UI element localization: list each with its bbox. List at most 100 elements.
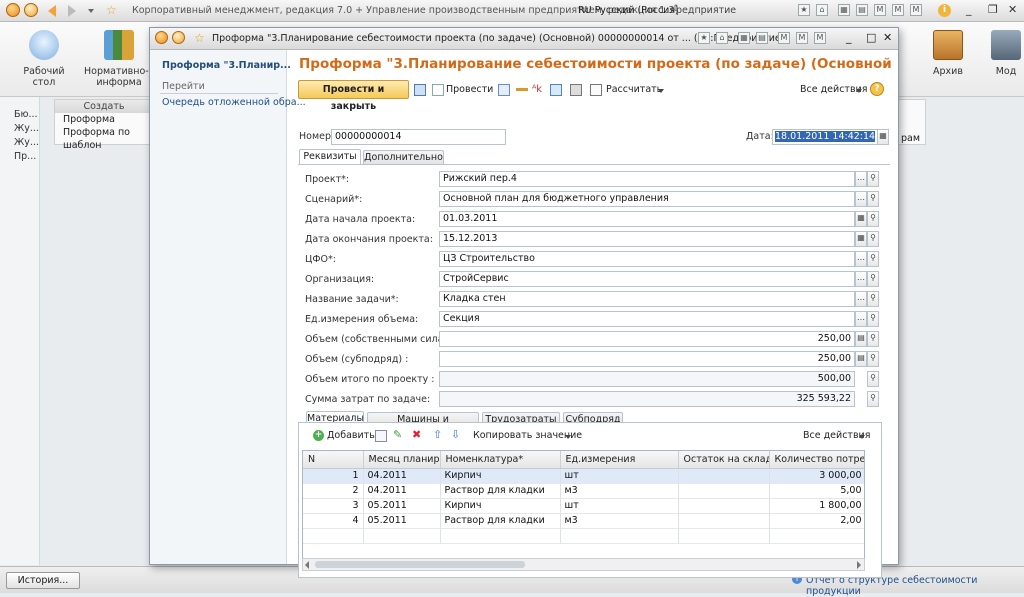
post-and-close-button[interactable]: Провести и закрыть (298, 80, 409, 112)
forward-arrow-icon[interactable] (68, 5, 76, 17)
col-nomenclature[interactable]: Номенклатура* (440, 451, 561, 469)
open-search-icon[interactable]: ⚲ (867, 191, 879, 207)
select-ellipsis-icon[interactable]: … (855, 311, 867, 327)
horizontal-scrollbar[interactable] (302, 558, 865, 571)
organization-field[interactable]: СтройСервис (439, 271, 855, 287)
cell-nomenclature[interactable]: Кирпич (440, 498, 561, 514)
table-row[interactable]: 2 04.2011 Раствор для кладки м3 5,00 (303, 483, 864, 499)
cell-quantity[interactable]: 2,00 (769, 513, 864, 529)
number-field[interactable]: 00000000014 (331, 129, 506, 145)
cell-stock[interactable] (678, 513, 770, 529)
cell-quantity[interactable]: 3 000,00 (769, 468, 864, 484)
create-item-proforma-template[interactable]: Проформа по шаблон (55, 126, 153, 152)
delete-x-icon[interactable]: ✖ (412, 428, 421, 441)
table-row[interactable]: 1 04.2011 Кирпич шт 3 000,00 (303, 468, 864, 484)
status-message-link[interactable]: Отчет о структуре себестоимости продукци… (806, 575, 1024, 597)
tab-additional[interactable]: Дополнительно (363, 150, 444, 165)
volume-unit-field[interactable]: Секция (439, 311, 855, 327)
select-ellipsis-icon[interactable]: … (855, 271, 867, 287)
favorite-icon[interactable]: ★ (798, 4, 810, 16)
dt-kt-icon[interactable]: ᴬk (532, 84, 544, 96)
scenario-field[interactable]: Основной план для бюджетного управления (439, 191, 855, 207)
open-search-icon[interactable]: ⚲ (867, 351, 879, 367)
doc-nav-link-queue[interactable]: Очередь отложенной обра... (162, 97, 306, 108)
chevron-down-icon[interactable] (658, 89, 664, 93)
materials-table[interactable]: N Месяц планиро... Номенклатура* Ед.изме… (302, 450, 865, 559)
section-normative[interactable]: Нормативно-сп информа (84, 30, 160, 88)
restore-icon[interactable]: ❐ (988, 3, 998, 16)
table-row[interactable]: 3 05.2011 Кирпич шт 1 800,00 (303, 498, 864, 514)
scroll-right-icon[interactable] (857, 561, 861, 569)
calculator-icon[interactable]: ▤ (855, 331, 867, 347)
cell-month[interactable]: 05.2011 (363, 513, 441, 529)
memory-minus-icon[interactable]: M (910, 4, 922, 16)
back-arrow-icon[interactable] (48, 5, 56, 17)
date-calendar-icon[interactable]: ▦ (877, 129, 889, 145)
date-field[interactable]: 18.01.2011 14:42:14 (772, 129, 878, 145)
cell-quantity[interactable]: 5,00 (769, 483, 864, 499)
history-button[interactable]: История... (6, 572, 80, 589)
history-dropdown-icon[interactable] (88, 9, 94, 13)
tab-requisites[interactable]: Реквизиты (299, 149, 361, 165)
chevron-down-icon[interactable] (565, 435, 571, 439)
open-search-icon[interactable]: ⚲ (867, 391, 879, 407)
memory-plus-icon[interactable]: M (892, 4, 904, 16)
open-search-icon[interactable]: ⚲ (867, 291, 879, 307)
cell-n[interactable]: 2 (303, 483, 364, 499)
post-doc-icon[interactable] (432, 84, 444, 96)
doc-nav-title[interactable]: Проформа "3.Планир... (162, 60, 291, 71)
add-plus-icon[interactable]: + (313, 430, 324, 441)
cell-nomenclature[interactable]: Раствор для кладки (440, 483, 561, 499)
structure-icon[interactable] (498, 84, 510, 96)
calendar-icon[interactable]: ▦ (855, 231, 867, 247)
edit-pencil-icon[interactable]: ✎ (393, 428, 402, 441)
task-name-field[interactable]: Кладка стен (439, 291, 855, 307)
cell-n[interactable]: 3 (303, 498, 364, 514)
calculator-icon[interactable]: ▤ (856, 4, 868, 16)
cell-unit[interactable]: шт (560, 468, 679, 484)
cell-n[interactable]: 4 (303, 513, 364, 529)
select-ellipsis-icon[interactable]: … (855, 291, 867, 307)
open-search-icon[interactable]: ⚲ (867, 271, 879, 287)
cell-nomenclature[interactable]: Раствор для кладки (440, 513, 561, 529)
memory-m-icon[interactable]: M (874, 4, 886, 16)
move-down-icon[interactable]: ⇩ (451, 428, 460, 441)
doc-close-icon[interactable]: ✕ (883, 31, 892, 44)
cell-unit[interactable]: шт (560, 498, 679, 514)
col-n[interactable]: N (303, 451, 364, 469)
scroll-left-icon[interactable] (305, 561, 309, 569)
col-unit[interactable]: Ед.измерения (560, 451, 679, 469)
section-modules[interactable]: Мод (988, 30, 1024, 77)
cell-month[interactable]: 04.2011 (363, 483, 441, 499)
post-button[interactable]: Провести (446, 84, 493, 95)
print-icon[interactable] (570, 84, 582, 96)
favorites-star-icon[interactable]: ☆ (106, 3, 117, 17)
save-icon[interactable] (414, 84, 426, 96)
doc-memory-plus-icon[interactable]: M (796, 32, 808, 44)
col-quantity[interactable]: Количество потреб... (769, 451, 864, 469)
minimize-icon[interactable]: _ (966, 3, 972, 16)
left-nav-item[interactable]: Пр... (14, 151, 36, 162)
select-ellipsis-icon[interactable]: … (855, 171, 867, 187)
project-start-field[interactable]: 01.03.2011 (439, 211, 855, 227)
home-icon[interactable]: ⌂ (816, 4, 828, 16)
project-field[interactable]: Рижский пер.4 (439, 171, 855, 187)
app-menu-icon[interactable] (24, 3, 38, 17)
select-ellipsis-icon[interactable]: … (855, 191, 867, 207)
close-icon[interactable]: ✕ (1008, 3, 1017, 16)
cell-stock[interactable] (678, 483, 770, 499)
move-up-icon[interactable]: ⇧ (433, 428, 442, 441)
left-nav-item[interactable]: Жу... (14, 137, 39, 148)
calculator-icon[interactable]: ▤ (855, 351, 867, 367)
cell-unit[interactable]: м3 (560, 513, 679, 529)
unpost-icon[interactable] (516, 88, 528, 91)
col-stock[interactable]: Остаток на складе (678, 451, 770, 469)
chevron-down-icon[interactable] (859, 435, 865, 439)
doc-memory-icon[interactable]: M (778, 32, 790, 44)
open-search-icon[interactable]: ⚲ (867, 311, 879, 327)
scrollbar-thumb[interactable] (315, 561, 525, 568)
cell-unit[interactable]: м3 (560, 483, 679, 499)
left-nav-item[interactable]: Бю... (14, 109, 38, 120)
doc-logo-icon[interactable] (155, 31, 168, 44)
select-ellipsis-icon[interactable]: … (855, 251, 867, 267)
